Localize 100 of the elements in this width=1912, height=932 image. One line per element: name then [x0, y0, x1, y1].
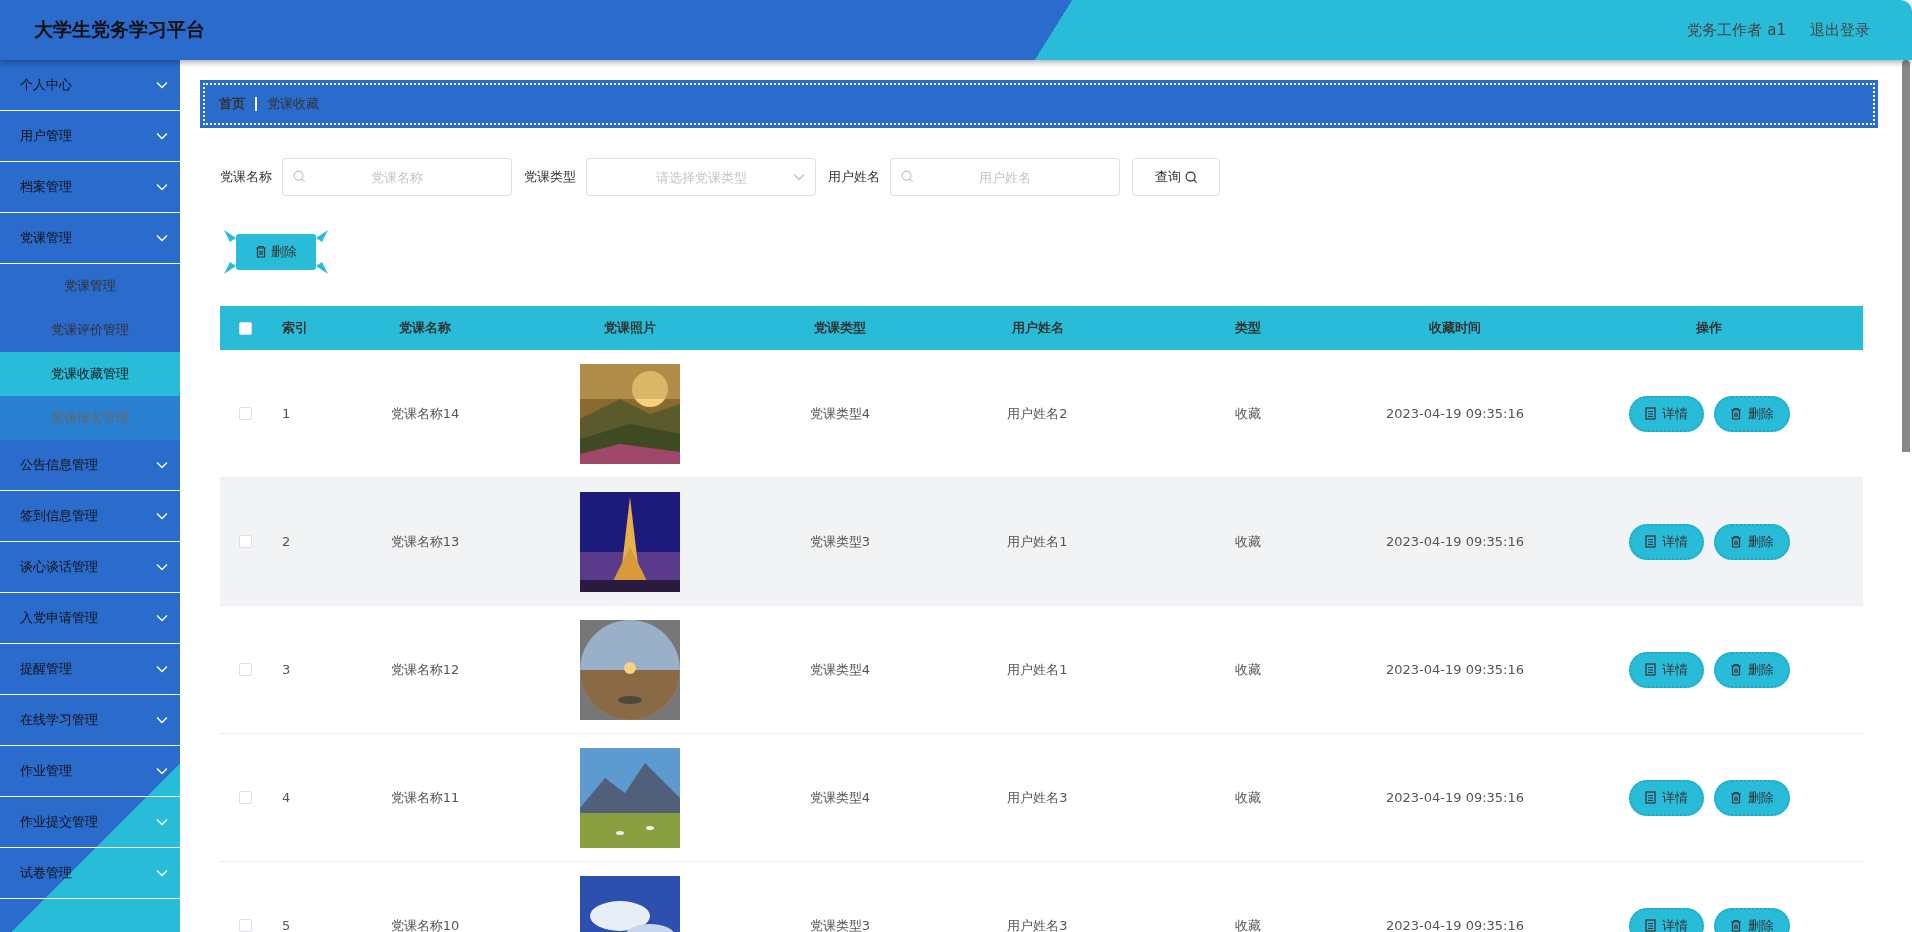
document-icon	[1644, 919, 1656, 932]
logout-link[interactable]: 退出登录	[1810, 20, 1870, 40]
chevron-down-icon	[156, 818, 168, 826]
trash-icon	[255, 245, 267, 259]
details-button[interactable]: 详情	[1628, 651, 1704, 688]
menu-item[interactable]: 个人中心	[0, 60, 180, 111]
column-header: 用户姓名	[1011, 319, 1064, 337]
checkbox[interactable]	[238, 407, 252, 420]
select-field[interactable]: 请选择党课类型	[586, 158, 816, 196]
checkbox[interactable]	[238, 535, 252, 548]
menu-item[interactable]: 作业提交管理	[0, 797, 180, 848]
table-cell: 收藏	[1234, 532, 1261, 551]
delete-button[interactable]: 删除	[1713, 779, 1790, 816]
chevron-down-icon	[156, 512, 168, 520]
column-header: 类型	[1234, 319, 1261, 337]
column-header: 党课名称	[399, 319, 451, 337]
trash-icon	[1729, 919, 1742, 932]
menu-item[interactable]: 档案管理	[0, 162, 180, 213]
table-cell: 党课名称12	[390, 660, 460, 679]
table-cell: 用户姓名3	[1007, 788, 1068, 807]
column-header: 索引	[282, 319, 308, 337]
search-icon	[293, 170, 306, 183]
menu-item[interactable]: 谈心谈话管理	[0, 542, 180, 593]
trash-icon	[1729, 663, 1742, 676]
table-cell: 党课类型4	[809, 660, 871, 679]
user-name: 党务工作者 a1	[1687, 20, 1786, 40]
details-button[interactable]: 详情	[1628, 907, 1704, 932]
table-cell: 党课名称11	[390, 788, 460, 807]
menu-item[interactable]: 公告信息管理	[0, 440, 180, 491]
trash-icon	[1729, 407, 1742, 420]
menu-item[interactable]: 作业管理	[0, 746, 180, 797]
filter-label: 用户姓名	[828, 168, 880, 186]
breadcrumb-item: 党课收藏	[267, 95, 319, 113]
document-icon	[1644, 407, 1656, 420]
table-cell: 用户姓名2	[1007, 404, 1068, 423]
chevron-down-icon	[156, 614, 168, 622]
chevron-down-icon	[793, 173, 805, 181]
menu-item[interactable]: 用户管理	[0, 111, 180, 162]
search-icon	[1184, 170, 1198, 184]
chevron-down-icon	[156, 183, 168, 191]
table-cell: 收藏	[1234, 404, 1261, 423]
table-cell: 2023-04-19 09:35:16	[1385, 662, 1525, 677]
table-cell: 2	[282, 534, 291, 549]
trash-icon	[1729, 535, 1742, 548]
delete-button[interactable]: 删除	[1713, 395, 1790, 432]
table-cell: 党课类型3	[809, 916, 871, 932]
chevron-down-icon	[156, 563, 168, 571]
table-cell: 收藏	[1234, 660, 1261, 679]
checkbox[interactable]	[238, 321, 252, 335]
checkbox[interactable]	[238, 919, 252, 932]
table-cell: 用户姓名1	[1007, 660, 1068, 679]
chevron-down-icon	[156, 234, 168, 242]
checkbox[interactable]	[238, 791, 252, 804]
submenu-item[interactable]: 党课收藏管理	[0, 352, 180, 396]
table-cell: 2023-04-19 09:35:16	[1385, 406, 1525, 421]
query-button[interactable]: 查询	[1132, 158, 1220, 196]
details-button[interactable]: 详情	[1628, 779, 1704, 816]
delete-button[interactable]: 删除	[1713, 523, 1790, 560]
menu-item[interactable]: 试卷管理	[0, 848, 180, 899]
chevron-down-icon	[156, 716, 168, 724]
menu-item[interactable]: 提醒管理	[0, 644, 180, 695]
column-header: 操作	[1696, 319, 1722, 337]
breadcrumb-item[interactable]: 首页	[219, 95, 245, 113]
document-icon	[1644, 535, 1656, 548]
table-cell: 党课名称14	[390, 404, 460, 423]
menu-item[interactable]: 在线学习管理	[0, 695, 180, 746]
filter-label: 党课名称	[220, 168, 272, 186]
table-cell: 5	[282, 918, 291, 932]
delete-button[interactable]: 删除	[1713, 907, 1790, 932]
table-cell: 4	[282, 790, 291, 805]
delete-button[interactable]: 删除	[222, 228, 330, 276]
column-header: 党课照片	[604, 319, 656, 337]
app-title: 大学生党务学习平台	[34, 17, 205, 42]
filter-label: 党课类型	[524, 168, 576, 186]
table-cell: 党课名称10	[390, 916, 460, 932]
chevron-down-icon	[156, 461, 168, 469]
chevron-down-icon	[156, 665, 168, 673]
table-cell: 党课类型4	[809, 788, 871, 807]
table-cell: 收藏	[1234, 916, 1261, 932]
search-field[interactable]: 用户姓名	[890, 158, 1120, 196]
chevron-down-icon	[156, 767, 168, 775]
table-cell: 用户姓名1	[1007, 532, 1068, 551]
table-cell: 收藏	[1234, 788, 1261, 807]
checkbox[interactable]	[238, 663, 252, 676]
delete-button[interactable]: 删除	[1713, 651, 1790, 688]
table-cell: 3	[282, 662, 291, 677]
column-header: 党课类型	[814, 319, 866, 337]
trash-icon	[1729, 791, 1742, 804]
details-button[interactable]: 详情	[1628, 523, 1704, 560]
menu-item[interactable]: 入党申请管理	[0, 593, 180, 644]
chevron-down-icon	[156, 81, 168, 89]
table-cell: 2023-04-19 09:35:16	[1385, 918, 1525, 932]
table-cell: 党课名称13	[390, 532, 460, 551]
column-header: 收藏时间	[1429, 319, 1481, 337]
chevron-down-icon	[156, 132, 168, 140]
document-icon	[1644, 791, 1656, 804]
table-cell: 党课类型4	[809, 404, 871, 423]
search-field[interactable]: 党课名称	[282, 158, 512, 196]
details-button[interactable]: 详情	[1628, 395, 1704, 432]
menu-item[interactable]: 签到信息管理	[0, 491, 180, 542]
